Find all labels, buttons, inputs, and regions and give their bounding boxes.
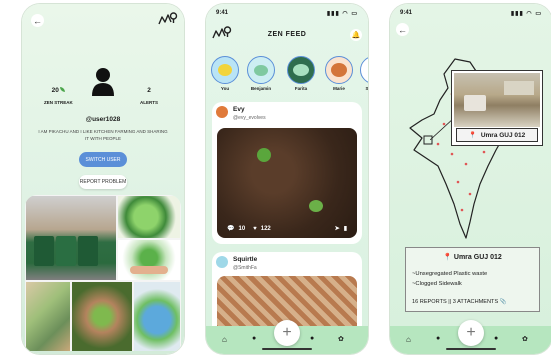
- photo-tile[interactable]: [118, 196, 180, 238]
- feed-screen: 9:41 ▮▮▮ ◠ ▭ ZEN FEED 🔔 You Benjamin Far…: [206, 4, 368, 354]
- status-bar: 9:41 ▮▮▮ ◠ ▭: [216, 10, 358, 17]
- story-name: S: [365, 86, 368, 91]
- map-logo-icon[interactable]: [158, 12, 178, 26]
- report-summary: 16 REPORTS || 3 ATTACHMENTS 📎: [412, 299, 507, 305]
- story-avatar: [211, 56, 239, 84]
- photo-tile[interactable]: [72, 282, 132, 351]
- status-time: 9:41: [216, 10, 229, 16]
- story-avatar: [360, 56, 368, 84]
- plus-icon: +: [466, 324, 476, 341]
- streak-label: ZEN STREAK: [44, 100, 73, 105]
- report-card[interactable]: 📍 Umra GUJ 012 ~Unsegregated Plastic was…: [405, 247, 540, 312]
- signal-battery-icon: ▮▮▮ ◠ ▭: [510, 11, 542, 17]
- story-item[interactable]: You: [210, 56, 240, 91]
- location-photo: [454, 73, 540, 127]
- report-issue: ~Unsegregated Plastic waste: [412, 271, 488, 277]
- bookmark-icon[interactable]: ▮: [344, 225, 347, 232]
- post-handle: @evy_evolves: [233, 115, 266, 121]
- back-button[interactable]: ←: [31, 14, 44, 27]
- username: @user1028: [85, 116, 121, 123]
- chat-icon[interactable]: ●: [436, 335, 446, 345]
- home-icon[interactable]: ⌂: [222, 335, 232, 345]
- profile-icon[interactable]: ●: [494, 335, 504, 345]
- story-name: Farita: [294, 86, 308, 91]
- like-count: 122: [260, 225, 271, 232]
- post-avatar: [216, 256, 228, 268]
- story-name: Marie: [333, 86, 345, 91]
- page-title: ZEN FEED: [267, 31, 307, 38]
- profile-icon[interactable]: ●: [310, 335, 320, 345]
- location-name: Umra GUJ 012: [480, 131, 526, 139]
- share-icon[interactable]: ➤: [335, 225, 340, 232]
- report-location-name: Umra GUJ 012: [453, 254, 502, 261]
- post-avatar: [216, 106, 228, 118]
- story-item[interactable]: Benjamin: [246, 56, 276, 91]
- switch-user-button[interactable]: SWITCH USER: [79, 152, 127, 167]
- post-handle: @SmithFa: [233, 265, 257, 271]
- post-image[interactable]: 💬 10 ♥ 122 ➤ ▮: [217, 128, 357, 238]
- bio: I AM PIKACHU AND I LIKE KITCHEN FARMING …: [38, 129, 168, 141]
- bottom-nav: ⌂ ● + ● ✿: [206, 320, 368, 354]
- story-item[interactable]: Marie: [324, 56, 354, 91]
- bottom-nav: ⌂ ● + ● ✿: [390, 320, 551, 354]
- settings-icon[interactable]: ✿: [338, 335, 348, 345]
- chat-icon[interactable]: ●: [252, 335, 262, 345]
- alerts-label: ALERTS: [140, 100, 158, 105]
- stories-row: You Benjamin Farita Marie S: [210, 56, 368, 94]
- back-arrow-icon: ←: [33, 15, 42, 26]
- signal-battery-icon: ▮▮▮ ◠ ▭: [326, 11, 358, 17]
- post-actions: 💬 10 ♥ 122 ➤ ▮: [227, 225, 347, 233]
- report-map-screen: 9:41 ▮▮▮ ◠ ▭ ← 📍 Umra GUJ 012 📍 Umra GUJ…: [390, 4, 551, 354]
- feed-post[interactable]: Evy @evy_evolves 💬 10 ♥ 122 ➤ ▮: [212, 102, 362, 244]
- photo-tile[interactable]: [26, 196, 116, 280]
- leaf-icon: [60, 87, 66, 92]
- home-indicator: [262, 347, 312, 350]
- story-name: Benjamin: [250, 86, 272, 91]
- profile-screen: ← 20 ZEN STREAK 2 ALERTS @user1028 I AM …: [22, 4, 184, 354]
- notification-bell-icon[interactable]: 🔔: [350, 29, 362, 41]
- photo-grid: [25, 195, 181, 351]
- report-footer-text: 16 REPORTS || 3 ATTACHMENTS: [412, 299, 499, 305]
- comment-count: 10: [238, 225, 246, 232]
- add-post-button[interactable]: +: [274, 320, 300, 346]
- add-report-button[interactable]: +: [458, 320, 484, 346]
- home-icon[interactable]: ⌂: [406, 335, 416, 345]
- alerts-value: 2: [147, 87, 151, 94]
- post-author: Evy: [233, 106, 245, 113]
- streak-value: 20: [51, 87, 59, 94]
- heart-icon[interactable]: ♥: [253, 226, 257, 232]
- settings-icon[interactable]: ✿: [522, 335, 532, 345]
- photo-tile[interactable]: [134, 282, 180, 351]
- paperclip-icon[interactable]: 📎: [500, 299, 507, 305]
- report-card-title: 📍 Umra GUJ 012: [406, 253, 539, 261]
- avatar: [92, 68, 114, 96]
- streak-stat: 20 ZEN STREAK: [44, 87, 73, 105]
- story-avatar: [247, 56, 275, 84]
- back-button[interactable]: ←: [396, 23, 409, 36]
- report-issue: ~Clogged Sidewalk: [412, 281, 462, 287]
- post-author: Squirtle: [233, 256, 258, 263]
- story-avatar: [287, 56, 315, 84]
- location-label: 📍 Umra GUJ 012: [456, 128, 538, 142]
- story-item[interactable]: S: [360, 56, 368, 91]
- story-name: You: [220, 86, 230, 91]
- status-bar: 9:41 ▮▮▮ ◠ ▭: [400, 10, 542, 17]
- photo-tile[interactable]: [118, 240, 180, 280]
- story-avatar: [325, 56, 353, 84]
- alerts-stat[interactable]: 2 ALERTS: [140, 87, 158, 105]
- map-pin-icon: 📍: [443, 254, 452, 261]
- home-indicator: [446, 347, 496, 350]
- comment-icon[interactable]: 💬: [227, 225, 234, 232]
- location-callout[interactable]: 📍 Umra GUJ 012: [451, 70, 543, 146]
- back-arrow-icon: ←: [398, 24, 407, 35]
- story-item[interactable]: Farita: [286, 56, 316, 91]
- photo-tile[interactable]: [26, 282, 70, 351]
- map-pin-icon: 📍: [468, 132, 477, 139]
- status-time: 9:41: [400, 10, 413, 16]
- report-problem-button[interactable]: REPORT PROBLEM: [79, 175, 127, 189]
- plus-icon: +: [282, 324, 292, 341]
